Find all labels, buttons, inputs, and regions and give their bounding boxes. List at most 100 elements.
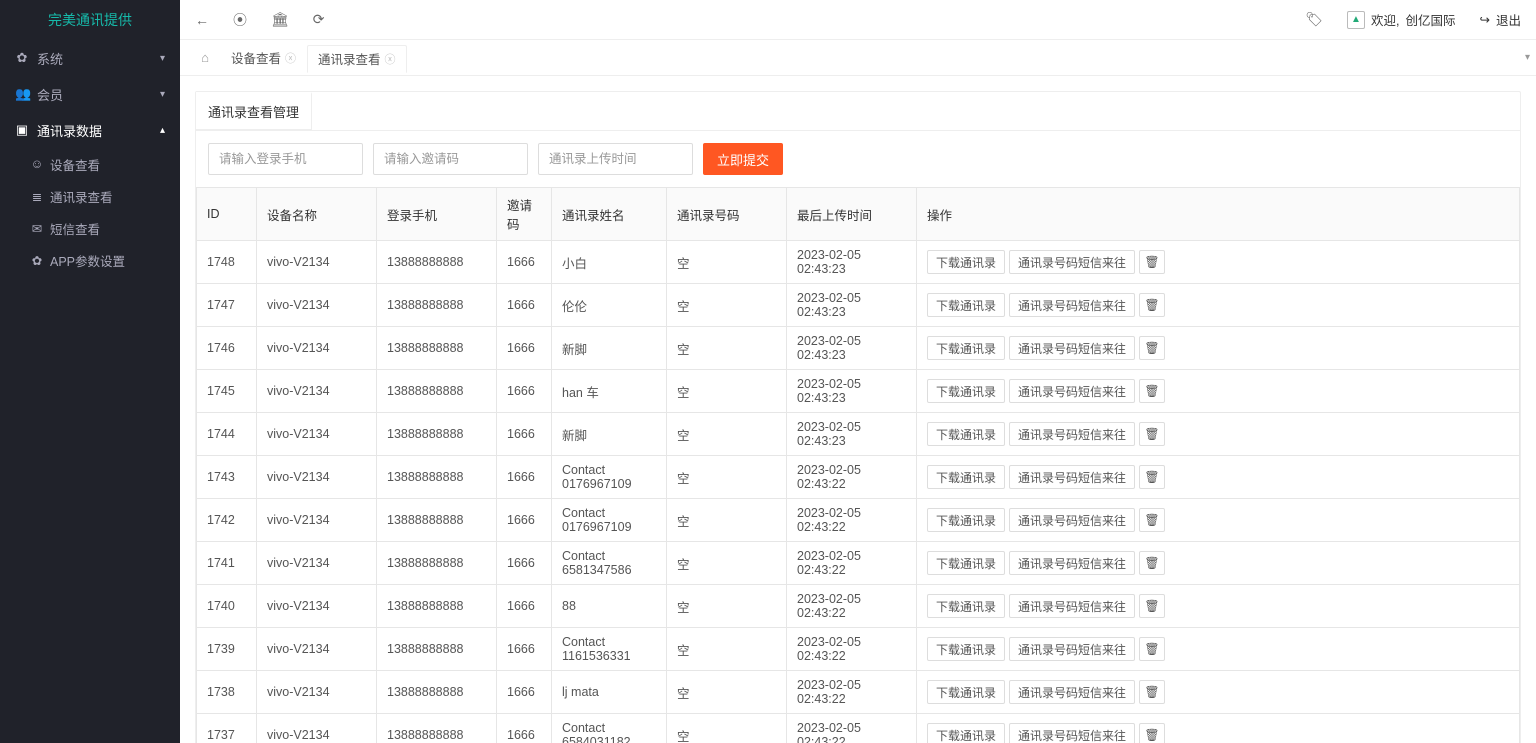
tab-device-view[interactable]: 设备查看 ⓧ (220, 44, 307, 72)
cell-contact-name: Contact 0176967109 (552, 499, 667, 542)
delete-button[interactable]: 🗑 (1139, 637, 1165, 661)
col-actions: 操作 (917, 188, 1520, 241)
tag-icon[interactable]: 🏷 (1305, 11, 1323, 28)
delete-button[interactable]: 🗑 (1139, 551, 1165, 575)
sidebar-sub-label: 短信查看 (50, 219, 100, 238)
download-contacts-button[interactable]: 下载通讯录 (927, 293, 1005, 317)
envelope-icon: ✉ (30, 221, 44, 236)
download-contacts-button[interactable]: 下载通讯录 (927, 723, 1005, 743)
cell-time: 2023-02-05 02:43:22 (787, 542, 917, 585)
delete-button[interactable]: 🗑 (1139, 594, 1165, 618)
sms-fromto-button[interactable]: 通讯录号码短信来往 (1009, 336, 1135, 360)
download-contacts-button[interactable]: 下载通讯录 (927, 465, 1005, 489)
sms-fromto-button[interactable]: 通讯录号码短信来往 (1009, 250, 1135, 274)
sidebar-sub-contacts-view[interactable]: ≣ 通讯录查看 (0, 180, 180, 212)
col-code: 邀请码 (497, 188, 552, 241)
download-contacts-button[interactable]: 下载通讯录 (927, 336, 1005, 360)
cell-contact-name: 新脚 (552, 413, 667, 456)
logout-link[interactable]: ↪ 退出 (1480, 10, 1522, 29)
download-contacts-button[interactable]: 下载通讯录 (927, 508, 1005, 532)
cell-contact-name: lj mata (552, 671, 667, 714)
user-menu[interactable]: ▲ 欢迎, 创亿国际 (1347, 10, 1456, 29)
delete-button[interactable]: 🗑 (1139, 336, 1165, 360)
globe-icon[interactable]: ⦿ (233, 10, 247, 30)
delete-button[interactable]: 🗑 (1139, 422, 1165, 446)
sms-fromto-button[interactable]: 通讯录号码短信来往 (1009, 637, 1135, 661)
sms-fromto-button[interactable]: 通讯录号码短信来往 (1009, 594, 1135, 618)
trash-icon: 🗑 (1144, 255, 1159, 269)
download-contacts-button[interactable]: 下载通讯录 (927, 680, 1005, 704)
cell-contact-number: 空 (667, 284, 787, 327)
close-icon[interactable]: ⓧ (285, 50, 296, 66)
tab-dropdown-icon[interactable]: ▾ (1525, 52, 1530, 63)
refresh-icon[interactable]: ⟳ (313, 11, 325, 28)
cell-contact-number: 空 (667, 542, 787, 585)
sidebar-item-system[interactable]: ✿系统 ▾ (0, 40, 180, 76)
cell-device: vivo-V2134 (257, 585, 377, 628)
sidebar: 完美通讯提供 ✿系统 ▾ 👥会员 ▾ ▣通讯录数据 ▴ ☺ 设备查看 ≣ 通讯录… (0, 0, 180, 743)
cell-contact-name: Contact 1161536331 (552, 628, 667, 671)
delete-button[interactable]: 🗑 (1139, 293, 1165, 317)
col-contact-name: 通讯录姓名 (552, 188, 667, 241)
sidebar-item-member[interactable]: 👥会员 ▾ (0, 76, 180, 112)
filter-bar: 立即提交 (196, 131, 1520, 187)
download-contacts-button[interactable]: 下载通讯录 (927, 551, 1005, 575)
sms-fromto-button[interactable]: 通讯录号码短信来往 (1009, 551, 1135, 575)
sms-fromto-button[interactable]: 通讯录号码短信来往 (1009, 293, 1135, 317)
sidebar-item-contacts[interactable]: ▣通讯录数据 ▴ (0, 112, 180, 148)
delete-button[interactable]: 🗑 (1139, 379, 1165, 403)
cell-phone: 13888888888 (377, 542, 497, 585)
tab-contacts-view[interactable]: 通讯录查看 ⓧ (307, 45, 407, 73)
tabbar: ⌂ 设备查看 ⓧ 通讯录查看 ⓧ ▾ (180, 40, 1536, 76)
sms-fromto-button[interactable]: 通讯录号码短信来往 (1009, 379, 1135, 403)
trash-icon: 🗑 (1144, 685, 1159, 699)
panel-title: 通讯录查看管理 (196, 92, 312, 130)
back-icon[interactable]: ← (195, 12, 209, 28)
cell-id: 1739 (197, 628, 257, 671)
cell-time: 2023-02-05 02:43:22 (787, 585, 917, 628)
download-contacts-button[interactable]: 下载通讯录 (927, 422, 1005, 446)
tab-home[interactable]: ⌂ (190, 44, 220, 72)
delete-button[interactable]: 🗑 (1139, 250, 1165, 274)
sms-fromto-button[interactable]: 通讯录号码短信来往 (1009, 723, 1135, 743)
cell-id: 1746 (197, 327, 257, 370)
download-contacts-button[interactable]: 下载通讯录 (927, 637, 1005, 661)
bank-icon[interactable]: 🏛 (271, 11, 289, 28)
delete-button[interactable]: 🗑 (1139, 723, 1165, 743)
cell-actions: 下载通讯录通讯录号码短信来往🗑 (917, 413, 1520, 456)
cell-contact-number: 空 (667, 456, 787, 499)
cell-contact-name: Contact 6581347586 (552, 542, 667, 585)
table-row: 1741vivo-V2134138888888881666Contact 658… (197, 542, 1520, 585)
submit-button[interactable]: 立即提交 (703, 143, 783, 175)
sidebar-sub-device-view[interactable]: ☺ 设备查看 (0, 148, 180, 180)
logout-label: 退出 (1496, 10, 1521, 29)
sidebar-sub-sms-view[interactable]: ✉ 短信查看 (0, 212, 180, 244)
download-contacts-button[interactable]: 下载通讯录 (927, 379, 1005, 403)
cell-device: vivo-V2134 (257, 542, 377, 585)
cell-id: 1748 (197, 241, 257, 284)
main: ← ⦿ 🏛 ⟳ 🏷 ▲ 欢迎, 创亿国际 ↪ 退出 ⌂ 设备查看 ⓧ 通讯录查看 (180, 0, 1536, 743)
close-icon[interactable]: ⓧ (385, 51, 396, 67)
delete-button[interactable]: 🗑 (1139, 465, 1165, 489)
cell-id: 1740 (197, 585, 257, 628)
welcome-user: 创亿国际 (1405, 10, 1455, 29)
sidebar-sub-app-params[interactable]: ✿ APP参数设置 (0, 244, 180, 276)
invite-code-input[interactable] (373, 143, 528, 175)
cell-time: 2023-02-05 02:43:23 (787, 284, 917, 327)
upload-time-input[interactable] (538, 143, 693, 175)
cell-contact-name: 88 (552, 585, 667, 628)
cell-time: 2023-02-05 02:43:22 (787, 671, 917, 714)
cell-time: 2023-02-05 02:43:23 (787, 370, 917, 413)
delete-button[interactable]: 🗑 (1139, 680, 1165, 704)
sms-fromto-button[interactable]: 通讯录号码短信来往 (1009, 680, 1135, 704)
download-contacts-button[interactable]: 下载通讯录 (927, 594, 1005, 618)
cell-code: 1666 (497, 284, 552, 327)
download-contacts-button[interactable]: 下载通讯录 (927, 250, 1005, 274)
col-last-upload: 最后上传时间 (787, 188, 917, 241)
sidebar-sub-label: 通讯录查看 (50, 187, 113, 206)
sms-fromto-button[interactable]: 通讯录号码短信来往 (1009, 422, 1135, 446)
delete-button[interactable]: 🗑 (1139, 508, 1165, 532)
login-phone-input[interactable] (208, 143, 363, 175)
sms-fromto-button[interactable]: 通讯录号码短信来往 (1009, 465, 1135, 489)
sms-fromto-button[interactable]: 通讯录号码短信来往 (1009, 508, 1135, 532)
